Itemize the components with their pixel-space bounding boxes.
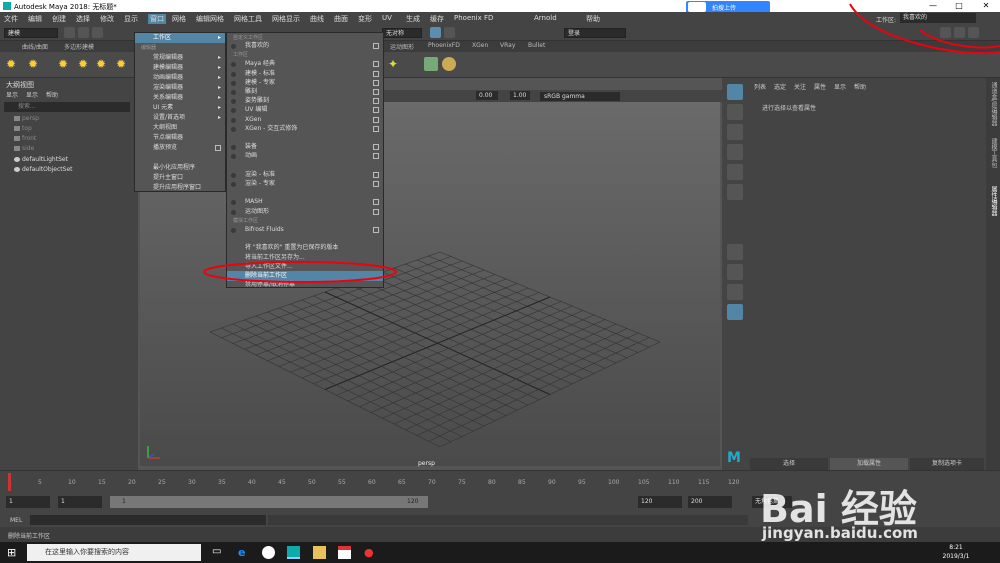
red-circle-annotation bbox=[203, 261, 397, 283]
baidu-watermark: Bai 经验 jingyan.baidu.com bbox=[760, 478, 1000, 548]
red-scribble-annotation bbox=[849, 3, 1000, 55]
watermark-url: jingyan.baidu.com bbox=[762, 524, 918, 542]
